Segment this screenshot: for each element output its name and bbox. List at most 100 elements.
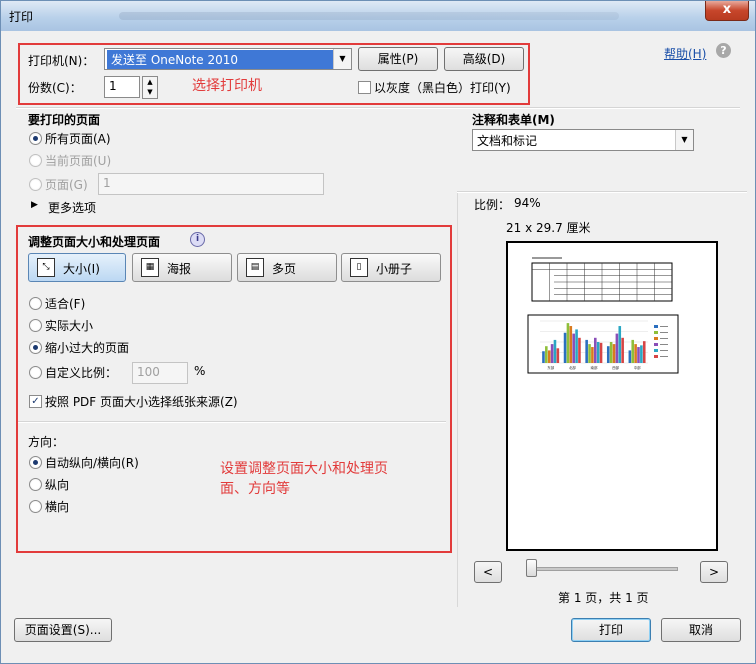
mini-chart-legend-swatch (654, 349, 658, 352)
mini-chart-bar (585, 339, 588, 363)
grayscale-checkbox[interactable] (358, 81, 371, 94)
mini-chart-bar (631, 339, 635, 363)
info-icon[interactable]: i (190, 232, 205, 247)
mini-chart-legend-swatch (654, 325, 658, 328)
page-slider-thumb[interactable] (526, 559, 537, 577)
auto-orientation-label: 自动纵向/横向(R) (45, 456, 139, 470)
comments-forms-value: 文档和标记 (477, 134, 538, 148)
mini-chart-bar (553, 339, 557, 363)
page-preview: 东部 北部 南部 西部 中部 (506, 241, 718, 551)
mini-chart-bar (588, 344, 591, 363)
pages-to-print-heading: 要打印的页面 (28, 113, 101, 127)
mini-chart-bar (569, 326, 573, 363)
next-page-button[interactable]: > (700, 561, 728, 583)
mini-chart-bar (615, 333, 619, 363)
comments-forms-heading: 注释和表单(M) (472, 113, 555, 127)
all-pages-label: 所有页面(A) (45, 132, 111, 146)
pages-radio[interactable] (29, 178, 42, 191)
multiple-pages-button-label: 多页 (272, 262, 297, 276)
auto-orientation-radio[interactable] (29, 456, 42, 469)
orientation-note: 设置调整页面大小和处理页面、方向等 (220, 461, 388, 497)
poster-button[interactable]: ▦ 海报 (132, 253, 232, 282)
actual-size-label: 实际大小 (45, 319, 94, 333)
dialog-body: 帮助(H) ? 打印机(N)： 发送至 OneNote 2010 ▼ 属性(P)… (8, 31, 748, 657)
mini-chart-legend-swatch (654, 355, 658, 358)
divider (16, 107, 740, 109)
help-link[interactable]: 帮助(H) (664, 45, 706, 62)
mini-chart-bar (542, 351, 545, 363)
shrink-oversized-label: 缩小过大的页面 (45, 341, 130, 355)
comments-forms-select[interactable]: 文档和标记 ▼ (472, 129, 694, 151)
pages-range-value: 1 (103, 176, 111, 190)
properties-button[interactable]: 属性(P) (358, 47, 438, 71)
booklet-button[interactable]: ▯ 小册子 (341, 253, 441, 282)
orientation-heading: 方向： (28, 435, 65, 449)
landscape-radio[interactable] (29, 500, 42, 513)
expand-triangle-icon[interactable]: ▶ (31, 200, 38, 210)
select-printer-note: 选择打印机 (192, 78, 262, 94)
mini-chart-bar (612, 344, 616, 363)
actual-size-radio[interactable] (29, 319, 42, 332)
close-button[interactable]: x (705, 1, 749, 21)
mini-chart-bar (563, 332, 567, 363)
scale-label: 比例： (474, 198, 511, 212)
mini-chart-bar (642, 341, 646, 363)
mini-chart-bar (634, 344, 637, 363)
custom-scale-value: 100 (137, 365, 160, 379)
divider (18, 421, 446, 423)
mini-chart-bar (550, 344, 554, 363)
mini-chart-bar (609, 342, 613, 363)
page-status: 第 1 页，共 1 页 (558, 591, 649, 605)
mini-chart-bar (575, 329, 578, 363)
print-dialog: 打印 x 帮助(H) ? 打印机(N)： 发送至 OneNote 2010 ▼ … (0, 0, 756, 664)
mini-chart-bar (547, 350, 551, 363)
paper-source-label: 按照 PDF 页面大小选择纸张来源(Z) (45, 395, 238, 409)
mini-chart-bar (566, 323, 570, 363)
printer-select[interactable]: 发送至 OneNote 2010 ▼ (104, 48, 352, 70)
chevron-down-icon[interactable]: ▼ (675, 130, 693, 150)
portrait-radio[interactable] (29, 478, 42, 491)
mini-chart-bar (618, 326, 622, 363)
current-page-radio[interactable] (29, 154, 42, 167)
copies-input[interactable]: 1 (104, 76, 140, 98)
printer-select-value: 发送至 OneNote 2010 (107, 50, 335, 69)
page-setup-button[interactable]: 页面设置(S)... (14, 618, 112, 642)
mini-chart-tick-label: 南部 (591, 365, 599, 370)
title-bar: 打印 x (1, 1, 755, 31)
scale-value: 94% (514, 196, 541, 210)
grayscale-label: 以灰度（黑白色）打印(Y) (374, 81, 511, 95)
advanced-button[interactable]: 高级(D) (444, 47, 524, 71)
page-preview-canvas: 东部 北部 南部 西部 中部 (527, 257, 679, 374)
mini-chart-tick-label: 中部 (634, 365, 641, 370)
mini-chart-bar (545, 346, 548, 363)
print-button[interactable]: 打印 (571, 618, 651, 642)
poster-icon: ▦ (141, 258, 159, 277)
mini-chart-bar (637, 347, 640, 363)
mini-chart-bar (628, 350, 632, 363)
cancel-button[interactable]: 取消 (661, 618, 741, 642)
custom-scale-radio[interactable] (29, 366, 42, 379)
sizing-heading: 调整页面大小和处理页面 (28, 235, 161, 249)
more-options-link[interactable]: 更多选项 (48, 199, 96, 216)
fit-radio[interactable] (29, 297, 42, 310)
help-icon[interactable]: ? (716, 43, 731, 58)
copies-stepper[interactable]: ▲ ▼ (142, 76, 158, 99)
all-pages-radio[interactable] (29, 132, 42, 145)
mini-chart-legend-swatch (654, 337, 658, 340)
custom-scale-input[interactable]: 100 (132, 362, 188, 384)
prev-page-button[interactable]: < (474, 561, 502, 583)
mini-chart-bar (594, 337, 597, 363)
mini-chart-tick-label: 北部 (569, 365, 576, 370)
copies-value: 1 (109, 79, 117, 93)
paper-size: 21 x 29.7 厘米 (506, 221, 591, 235)
multiple-pages-button[interactable]: ▤ 多页 (237, 253, 337, 282)
percent-sign: % (194, 364, 206, 378)
shrink-oversized-radio[interactable] (29, 341, 42, 354)
pages-range-input[interactable]: 1 (98, 173, 324, 195)
mini-chart-legend-swatch (654, 331, 658, 334)
paper-source-checkbox[interactable]: ✓ (29, 395, 42, 408)
size-button[interactable]: ⤡ 大小(I) (28, 253, 126, 282)
page-slider-track[interactable] (526, 567, 678, 571)
chevron-down-icon[interactable]: ▼ (333, 49, 351, 69)
mini-chart-bar (606, 346, 610, 363)
